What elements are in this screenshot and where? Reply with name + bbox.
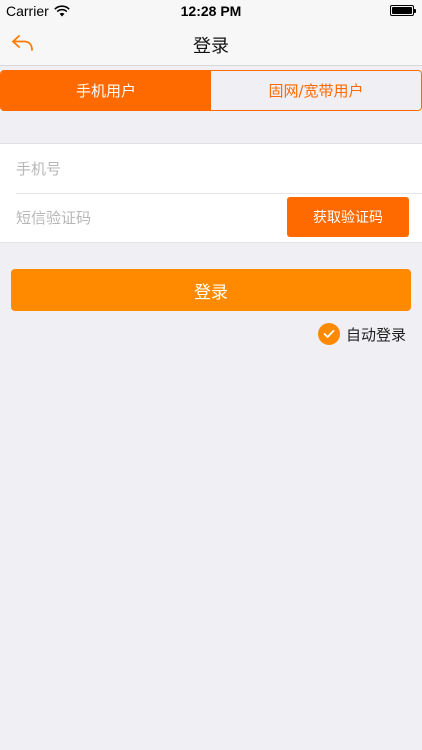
- sms-code-input[interactable]: [16, 193, 266, 242]
- battery-icon: [390, 5, 416, 16]
- status-time: 12:28 PM: [180, 3, 242, 19]
- navigation-bar: 登录: [0, 22, 422, 66]
- auto-login-label: 自动登录: [345, 325, 406, 344]
- get-code-button[interactable]: 获取验证码: [287, 197, 409, 237]
- user-type-tabs: 手机用户 固网/宽带用户: [0, 70, 422, 111]
- sms-field-row: 获取验证码: [16, 193, 422, 242]
- phone-field-row: [16, 144, 422, 194]
- auto-login-toggle[interactable]: 自动登录: [317, 323, 406, 345]
- checkmark-icon: [317, 323, 340, 345]
- phone-input[interactable]: [16, 144, 266, 193]
- login-form: 获取验证码: [0, 143, 422, 243]
- status-bar: Carrier 12:28 PM: [0, 0, 422, 22]
- login-button[interactable]: 登录: [11, 269, 411, 311]
- page-title: 登录: [193, 36, 229, 57]
- tab-mobile-user[interactable]: 手机用户: [1, 71, 211, 110]
- tab-broadband-user[interactable]: 固网/宽带用户: [211, 71, 421, 110]
